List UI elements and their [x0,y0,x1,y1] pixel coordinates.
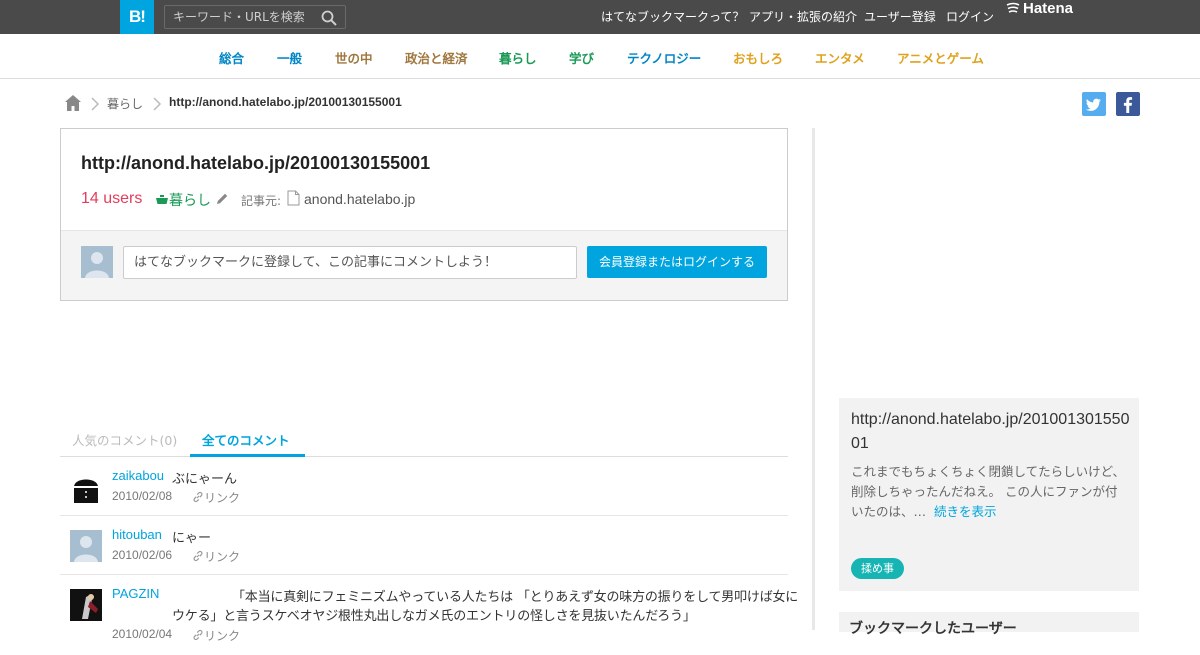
tab-popular-count: (0) [159,433,178,448]
column-divider [812,128,815,630]
link-icon [193,491,203,503]
category-omoshiro[interactable]: おもしろ [733,48,783,67]
comment-permalink[interactable]: リンク [192,548,240,565]
comment-text: ぶにゃーん [172,472,238,487]
hatena-bookmark-logo[interactable]: B! [120,0,154,34]
comment-date: 2010/02/06 [112,548,173,562]
user-avatar[interactable] [70,530,102,562]
comment-input[interactable]: はてなブックマークに登録して、この記事にコメントしよう！ [123,246,577,279]
pencil-icon[interactable] [215,192,229,206]
comment-row: PAGZIN 「本当に真剣にフェミニズムやっている人たちは 「とりあえず女の味方… [60,575,798,655]
category-yononaka[interactable]: 世の中 [335,48,373,67]
category-sougou[interactable]: 総合 [219,48,244,67]
apps-link[interactable]: アプリ・拡張の紹介 [749,0,857,34]
about-link[interactable]: はてなブックマークって？ [601,0,744,34]
show-more-link[interactable]: 続きを表示 [934,504,997,519]
comment-username[interactable]: zaikabou [112,468,164,483]
hatena-brand-link[interactable]: Hatena [1006,0,1073,34]
hatena-brand-text: Hatena [1023,0,1074,17]
comment-text-line-1: 「本当に真剣にフェミニズムやっている人たちは 「とりあえず女の味方の振りをして男… [232,590,799,605]
comment-link-label: リンク [204,629,241,643]
entry-title[interactable]: http://anond.hatelabo.jp/20100130155001 [81,153,430,174]
tab-popular-comments[interactable]: 人気のコメント(0) [72,430,177,449]
comment-link-label: リンク [204,491,241,505]
user-avatar[interactable] [70,589,102,621]
comment-date: 2010/02/08 [112,489,173,503]
breadcrumb-category[interactable]: 暮らし [107,95,143,113]
twitter-share-button[interactable] [1082,92,1106,116]
bookmarked-users-section: ブックマークしたユーザー [839,612,1139,637]
search-box[interactable] [164,5,346,29]
comment-row: hitouban にゃー 2010/02/06 リンク [60,516,788,575]
source-label: 記事元: [241,194,282,208]
facebook-share-button[interactable] [1116,92,1140,116]
comment-text: にゃー [172,531,212,546]
comment-username[interactable]: PAGZIN [112,586,159,601]
source-domain-link[interactable]: anond.hatelabo.jp [304,191,415,207]
comment-form: はてなブックマークに登録して、この記事にコメントしよう！ 会員登録またはログイン… [61,230,787,300]
category-manabi[interactable]: 学び [569,48,594,67]
category-nav: 総合 一般 世の中 政治と経済 暮らし 学び テクノロジー おもしろ エンタメ … [0,34,1200,79]
chevron-right-icon [153,97,162,111]
tag-chip[interactable]: 揉め事 [851,558,904,579]
link-icon [193,550,203,562]
kurashi-category-icon [156,195,168,204]
document-icon [287,190,300,206]
hatena-logo-icon [1006,2,1020,13]
category-technology[interactable]: テクノロジー [627,48,701,67]
breadcrumb-current: http://anond.hatelabo.jp/20100130155001 [169,95,402,109]
comment-tabs: 人気のコメント(0) 全てのコメント [60,424,788,457]
home-icon[interactable] [64,94,82,112]
comment-link-label: リンク [204,550,241,564]
entry-category-label: 暮らし [169,193,211,209]
comment-permalink[interactable]: リンク [192,489,240,506]
link-icon [193,629,203,641]
summary-title[interactable]: http://anond.hatelabo.jp/20100130155001 [851,408,1135,456]
search-input[interactable] [165,6,315,28]
default-avatar-icon [81,246,113,278]
register-link[interactable]: ユーザー登録 [864,0,936,34]
comment-date: 2010/02/04 [112,627,173,641]
search-icon[interactable] [321,10,337,26]
login-link[interactable]: ログイン [946,0,994,34]
category-kurashi[interactable]: 暮らし [499,48,537,67]
category-ippan[interactable]: 一般 [277,48,302,67]
entry-summary-card: http://anond.hatelabo.jp/20100130155001 … [839,398,1139,591]
comment-text-line-2: ウケる」と言うスケベオヤジ根性丸出しなガメ氏のエントリの怪しさを見抜いたんだろう… [172,609,696,624]
tab-all-comments[interactable]: 全てのコメント [202,430,290,449]
tab-popular-label: 人気のコメント [72,433,160,448]
bookmarked-users-heading: ブックマークしたユーザー [849,621,1017,637]
bookmark-users-count[interactable]: 14 users [81,190,142,208]
category-anime-game[interactable]: アニメとゲーム [897,48,984,67]
entry-category-link[interactable]: 暮らし [155,190,211,210]
category-entame[interactable]: エンタメ [815,48,865,67]
twitter-icon [1085,98,1101,111]
user-avatar[interactable] [70,471,102,503]
global-header: B! はてなブックマークって？ アプリ・拡張の紹介 ユーザー登録 ログイン Ha… [0,0,1200,34]
chevron-right-icon [91,97,100,111]
facebook-icon [1123,97,1133,113]
summary-description: これまでもちょくちょく閉鎖してたらしいけど、削除しちゃったんだねえ。 この人にフ… [851,462,1129,522]
entry-card: http://anond.hatelabo.jp/20100130155001 … [60,128,788,301]
category-politics-economy[interactable]: 政治と経済 [405,48,468,67]
register-login-button[interactable]: 会員登録またはログインする [587,246,767,278]
comment-username[interactable]: hitouban [112,527,162,542]
comment-row: zaikabou ぶにゃーん 2010/02/08 リンク [60,457,788,516]
